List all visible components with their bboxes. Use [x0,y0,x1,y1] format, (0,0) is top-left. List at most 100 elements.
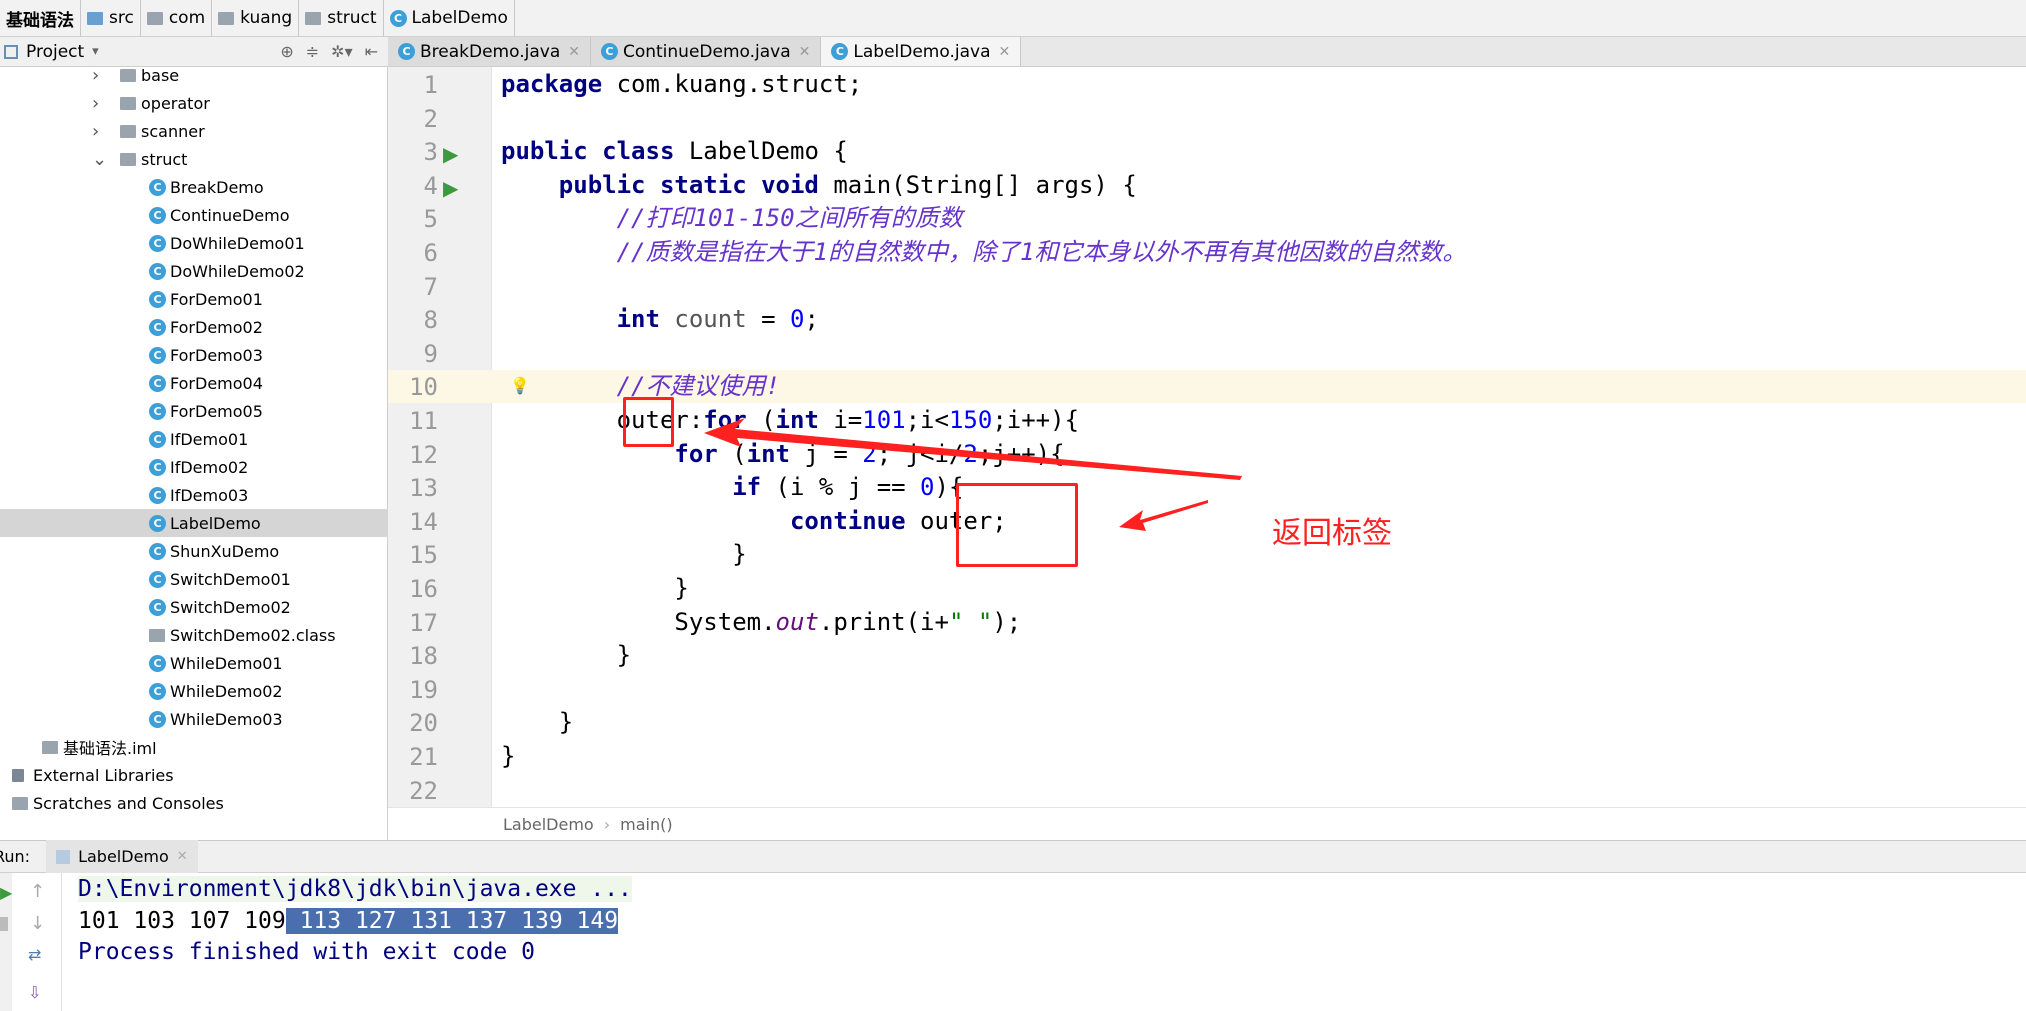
class-icon: C [149,234,166,252]
tree-item[interactable]: › operator [0,89,388,117]
code-line: } [501,638,631,672]
scroll-up-icon[interactable]: ↑ [30,881,45,902]
tree-label: ContinueDemo [170,205,290,225]
tree-label: ShunXuDemo [170,541,280,561]
tree-item[interactable]: C DoWhileDemo02 [0,257,388,285]
tab-labeldemo-java[interactable]: C LabelDemo.java ✕ [821,37,1022,66]
run-toolbar: Run: LabelDemo ✕ [0,840,2026,873]
class-icon: C [149,542,166,560]
file-icon [12,768,24,782]
chevron-right-icon[interactable]: › [92,65,99,86]
chevron-right-icon[interactable]: › [92,93,99,114]
code-token: out [775,607,819,636]
tree-item[interactable]: C IfDemo03 [0,481,388,509]
hide-icon[interactable]: ⇤ [365,42,378,61]
code-token: ( [761,406,776,434]
class-icon: C [600,43,618,60]
tree-item[interactable]: C ForDemo02 [0,313,388,341]
editor-tabs: C BreakDemo.java ✕ C ContinueDemo.java ✕ C Labe… [388,37,2026,67]
close-icon[interactable]: ✕ [177,849,188,864]
breadcrumb-item[interactable]: 基础语法 [0,0,81,37]
tree-item[interactable]: ⌄ struct [0,145,388,173]
line-number: 20 [409,709,438,738]
tree-item[interactable]: C SwitchDemo02 [0,593,388,621]
tree-item[interactable]: C ForDemo01 [0,285,388,313]
tree-item[interactable]: C ForDemo04 [0,369,388,397]
close-icon[interactable]: ✕ [799,44,811,60]
collapse-icon[interactable]: ≑ [306,42,319,61]
tree-item[interactable]: 基础语法.iml [0,733,388,761]
close-icon[interactable]: ✕ [999,44,1011,60]
tree-item[interactable]: C ContinueDemo [0,201,388,229]
breadcrumb-item[interactable]: C LabelDemo [384,0,515,37]
locate-icon[interactable]: ⊕ [280,42,293,61]
print-icon[interactable]: ⇩ [28,983,41,1002]
tree-item[interactable]: › scanner [0,117,388,145]
breadcrumb-item[interactable]: src [81,0,141,37]
line-number: 2 [423,104,438,133]
chevron-down-icon[interactable]: ⌄ [92,149,107,170]
gear-icon[interactable]: ✲▾ [331,42,352,61]
tree-item[interactable]: C IfDemo01 [0,425,388,453]
console-icon [56,849,71,864]
code-token: public class [501,137,689,166]
scroll-down-icon[interactable]: ↓ [30,913,45,934]
code-token: int [501,305,675,334]
tree-item[interactable]: C DoWhileDemo01 [0,229,388,257]
code-token: } [501,540,747,569]
line-number: 1 [423,71,438,99]
line-number: 6 [423,239,438,267]
console-output[interactable]: ▶ ↑ ↓ ⇄ ⇩ D:\Environment\jdk8\jdk\bin\ja… [0,873,2026,1011]
project-title[interactable]: Project [26,42,84,62]
tree-item[interactable]: C ForDemo05 [0,397,388,425]
run-gutter-icon[interactable]: ▶ [443,176,458,200]
soft-wrap-icon[interactable]: ⇄ [28,945,41,964]
tab-breakdemo-java[interactable]: C BreakDemo.java ✕ [388,37,591,66]
line-number: 13 [409,474,438,503]
code-token: package [501,70,617,98]
crumb-class[interactable]: LabelDemo [503,815,594,834]
code-line: public static void main(String[] args) { [501,168,1137,202]
run-label: Run: [0,847,31,866]
tree-item[interactable]: › base [0,61,388,89]
tree-item[interactable]: C ShunXuDemo [0,537,388,565]
code-token: com.kuang.struct; [616,70,863,98]
file-icon [12,796,28,810]
class-icon: C [149,682,166,700]
tree-item[interactable]: C IfDemo02 [0,453,388,481]
folder-icon [120,68,136,82]
breadcrumb-item[interactable]: kuang [212,0,300,37]
chevron-right-icon[interactable]: › [92,121,99,142]
tree-item[interactable]: C BreakDemo [0,173,388,201]
stop-icon[interactable] [0,917,8,931]
run-gutter-icon[interactable]: ▶ [443,142,458,166]
tree-item[interactable]: C WhileDemo03 [0,705,388,733]
run-tab[interactable]: LabelDemo ✕ [46,840,198,873]
tree-item[interactable]: External Libraries [0,761,388,789]
chevron-icon: › [603,814,611,834]
tree-item[interactable]: C WhileDemo02 [0,677,388,705]
code-token: //质数是指在大于1的自然数中，除了1和它本身以外不再有其他因数的自然数。 [501,238,1467,266]
tree-label: WhileDemo03 [170,709,283,729]
rerun-icon[interactable]: ▶ [0,883,12,902]
tree-item[interactable]: C WhileDemo01 [0,649,388,677]
folder-icon [218,11,235,25]
dropdown-icon[interactable]: ▾ [92,44,99,59]
breadcrumb-label: src [109,8,134,28]
tree-item[interactable]: C SwitchDemo01 [0,565,388,593]
close-icon[interactable]: ✕ [568,44,580,60]
code-token: ); [992,607,1022,636]
tree-item[interactable]: C LabelDemo [0,509,388,537]
tree-label: IfDemo03 [170,485,249,505]
class-icon: C [389,9,407,27]
crumb-method[interactable]: main() [620,815,672,834]
breadcrumb-item[interactable]: struct [299,0,384,37]
breadcrumb-item[interactable]: com [141,0,213,37]
tree-item[interactable]: C ForDemo03 [0,341,388,369]
code-token: ( [732,439,747,468]
tree-item[interactable]: SwitchDemo02.class [0,621,388,649]
tree-item[interactable]: Scratches and Consoles [0,789,388,817]
code-line: int count = 0; [501,302,819,336]
tab-continuedemo-java[interactable]: C ContinueDemo.java ✕ [590,37,822,66]
line-number: 18 [409,642,438,671]
